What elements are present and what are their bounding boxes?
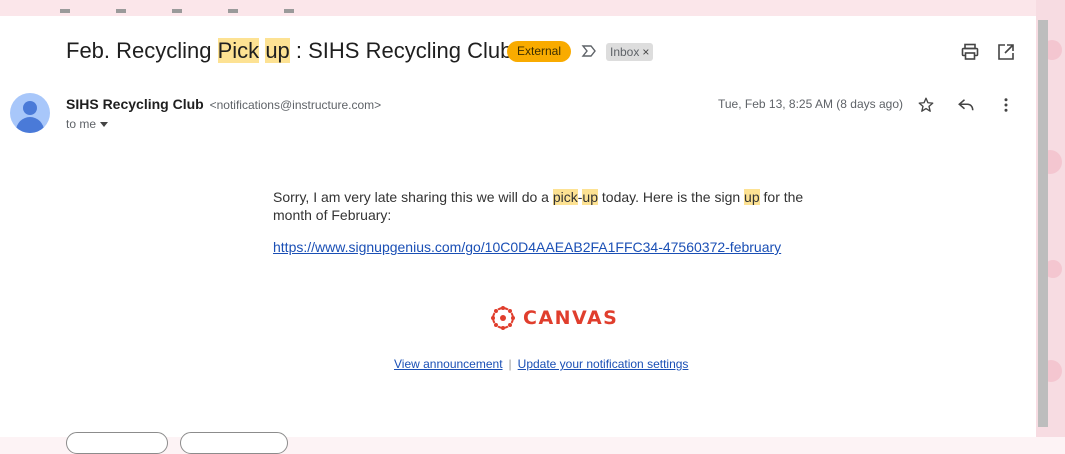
canvas-logo-icon bbox=[491, 306, 515, 330]
more-vert-icon bbox=[1004, 98, 1008, 112]
person-icon bbox=[23, 101, 37, 115]
body-segment: Sorry, I am very late sharing this we wi… bbox=[273, 189, 553, 205]
body-segment: today. Here is the sign bbox=[598, 189, 745, 205]
sender-info: SIHS Recycling Club <notifications@instr… bbox=[66, 96, 381, 112]
print-button[interactable] bbox=[958, 40, 982, 64]
footer-separator: | bbox=[508, 357, 512, 371]
sender-name[interactable]: SIHS Recycling Club bbox=[66, 96, 204, 112]
update-settings-link[interactable]: Update your notification settings bbox=[518, 357, 689, 371]
reply-icon bbox=[958, 99, 974, 111]
body-highlight: pick bbox=[552, 189, 578, 205]
open-in-new-window-icon bbox=[998, 44, 1014, 60]
open-in-new-window-button[interactable] bbox=[994, 40, 1018, 64]
reply-action-button[interactable] bbox=[66, 432, 168, 454]
body-highlight: up bbox=[582, 189, 598, 205]
recipient-details-toggle[interactable]: to me bbox=[66, 117, 109, 131]
body-highlight: up bbox=[744, 189, 760, 205]
external-badge: External bbox=[507, 41, 572, 62]
recipient-label: to me bbox=[66, 117, 97, 131]
subject-highlight: up bbox=[265, 38, 290, 63]
subject-highlight: Pick bbox=[217, 38, 260, 63]
footer-links: View announcement | Update your notificati… bbox=[394, 357, 688, 371]
caret-down-icon bbox=[100, 122, 109, 128]
star-icon bbox=[918, 97, 934, 112]
subject-part: : SIHS Recycling Club bbox=[289, 38, 513, 63]
signup-link[interactable]: https://www.signupgenius.com/go/10C0D4AA… bbox=[273, 239, 781, 255]
inbox-label-text: Inbox bbox=[610, 45, 640, 59]
important-marker-icon[interactable] bbox=[581, 43, 597, 59]
print-icon bbox=[961, 43, 979, 60]
remove-label-button[interactable]: × bbox=[642, 45, 649, 59]
email-date: Tue, Feb 13, 8:25 AM (8 days ago) bbox=[718, 97, 903, 111]
reply-button[interactable] bbox=[954, 93, 978, 117]
view-announcement-link[interactable]: View announcement bbox=[394, 357, 503, 371]
canvas-logo: CANVAS bbox=[490, 305, 618, 331]
canvas-brand-text: CANVAS bbox=[523, 307, 619, 329]
forward-action-button[interactable] bbox=[180, 432, 288, 454]
scrollbar[interactable] bbox=[1038, 20, 1048, 427]
sender-avatar[interactable] bbox=[10, 93, 50, 133]
more-options-button[interactable] bbox=[994, 93, 1018, 117]
sender-email: <notifications@instructure.com> bbox=[209, 98, 382, 112]
inbox-label-chip: Inbox × bbox=[606, 43, 654, 61]
top-toolbar bbox=[60, 0, 340, 13]
email-panel bbox=[0, 16, 1036, 437]
subject-part: Feb. Recycling bbox=[66, 38, 218, 63]
email-subject: Feb. Recycling Pick up : SIHS Recycling … bbox=[66, 38, 512, 64]
email-body-text: Sorry, I am very late sharing this we wi… bbox=[273, 188, 813, 224]
star-button[interactable] bbox=[914, 93, 938, 117]
